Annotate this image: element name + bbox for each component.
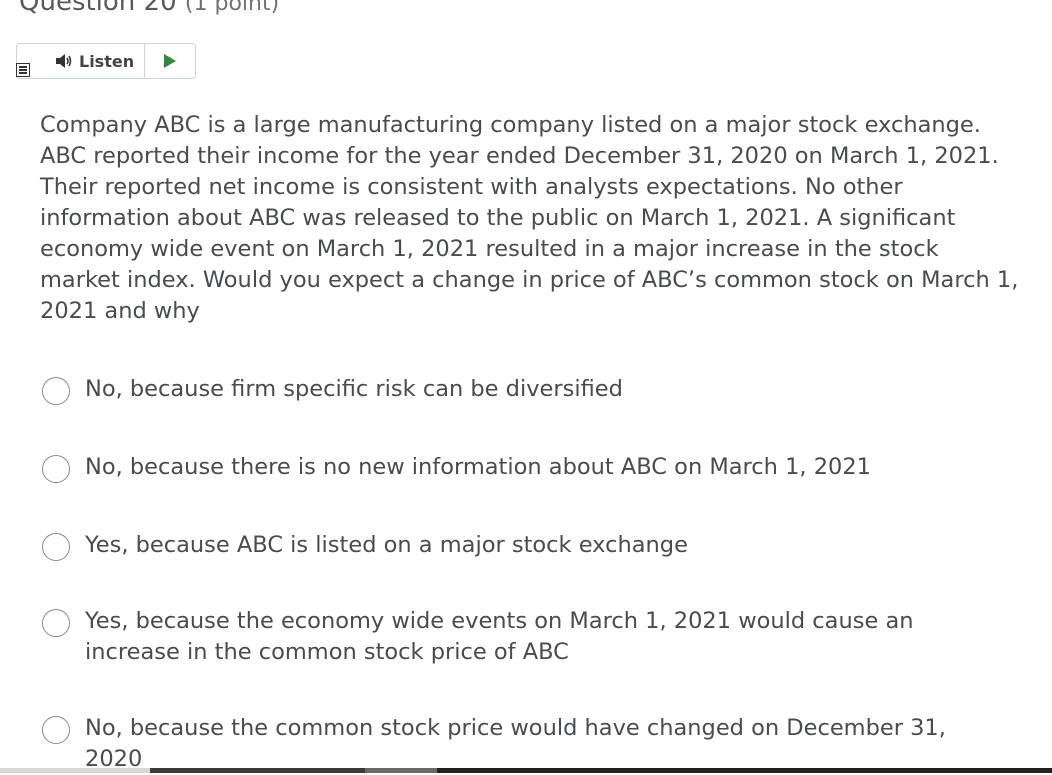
menu-icon[interactable] [16, 63, 30, 77]
readspeaker-toolbar: Listen [16, 43, 196, 79]
scrollbar[interactable] [0, 768, 1052, 773]
answer-option[interactable]: No, because the common stock price would… [42, 713, 985, 775]
radio-button[interactable] [42, 609, 70, 637]
radio-button[interactable] [42, 377, 70, 405]
answer-label: Yes, because the economy wide events on … [85, 608, 914, 665]
answer-label: No, because firm specific risk can be di… [85, 376, 623, 402]
question-points: (1 point) [184, 0, 280, 16]
answer-label: No, because there is no new information … [85, 454, 871, 480]
answer-option[interactable]: Yes, because ABC is listed on a major st… [42, 530, 985, 561]
play-button[interactable] [145, 44, 195, 78]
answer-option[interactable]: Yes, because the economy wide events on … [42, 606, 985, 668]
radio-button[interactable] [42, 716, 70, 744]
question-text: Company ABC is a large manufacturing com… [40, 112, 1019, 324]
listen-label: Listen [79, 51, 135, 71]
answer-option[interactable]: No, because there is no new information … [42, 452, 985, 483]
radio-button[interactable] [42, 455, 70, 483]
question-title: Question 20 [19, 0, 177, 17]
answer-label: Yes, because ABC is listed on a major st… [85, 532, 688, 558]
radio-button[interactable] [42, 533, 70, 561]
play-icon [163, 53, 177, 69]
answer-label: No, because the common stock price would… [85, 715, 946, 772]
answer-option[interactable]: No, because firm specific risk can be di… [42, 374, 985, 405]
speaker-icon [55, 53, 73, 69]
question-header: Question 20 (1 point) [19, 0, 279, 17]
listen-button[interactable]: Listen [17, 44, 145, 78]
